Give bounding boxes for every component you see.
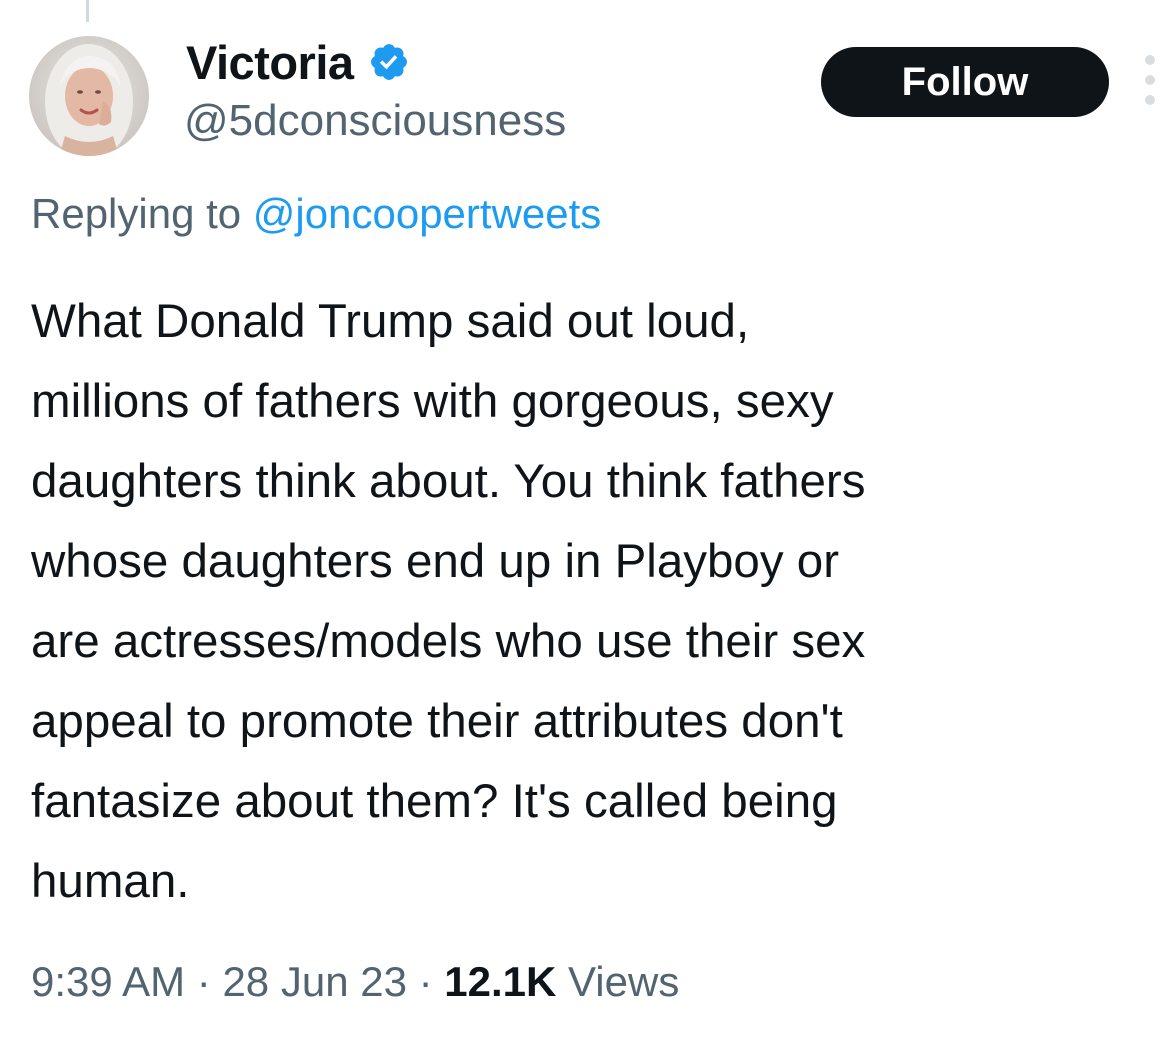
verified-badge-icon [370, 44, 407, 80]
more-dot [1145, 95, 1155, 105]
author-name-row: Victoria [186, 34, 410, 90]
avatar-photo [29, 36, 149, 156]
views-count[interactable]: 12.1K [444, 958, 556, 1005]
reply-mention-link[interactable]: @joncoopertweets [253, 190, 602, 237]
tweet-date[interactable]: 28 Jun 23 [222, 958, 407, 1005]
author-handle[interactable]: @5dconsciousness [184, 96, 566, 146]
tweet-text-line: fantasize about them? It's called being [31, 775, 838, 828]
tweet-text-line: are actresses/models who use their sex [31, 615, 866, 668]
tweet-text: What Donald Trump said out loud, million… [31, 282, 1166, 922]
replying-to-line: Replying to @joncoopertweets [31, 190, 601, 238]
views-label: Views [568, 958, 680, 1005]
more-dot [1145, 55, 1155, 65]
tweet-text-line: daughters think about. You think fathers [31, 455, 866, 508]
meta-separator: · [418, 958, 433, 1005]
tweet-text-line: What Donald Trump said out loud, [31, 295, 750, 348]
author-display-name[interactable]: Victoria [186, 35, 354, 90]
follow-button[interactable]: Follow [821, 47, 1109, 117]
avatar[interactable] [29, 36, 149, 156]
tweet-text-line: appeal to promote their attributes don't [31, 695, 843, 748]
more-dot [1145, 75, 1155, 85]
tweet-text-line: human. [31, 855, 190, 908]
meta-separator: · [196, 958, 211, 1005]
more-vertical-icon[interactable] [1140, 55, 1160, 105]
tweet-text-line: whose daughters end up in Playboy or [31, 535, 840, 588]
tweet-time[interactable]: 9:39 AM [31, 958, 185, 1005]
replying-to-label: Replying to [31, 190, 242, 237]
tweet-text-line: millions of fathers with gorgeous, sexy [31, 375, 834, 428]
thread-connector-line [86, 0, 89, 22]
tweet-meta: 9:39 AM · 28 Jun 23 · 12.1K Views [31, 958, 679, 1006]
